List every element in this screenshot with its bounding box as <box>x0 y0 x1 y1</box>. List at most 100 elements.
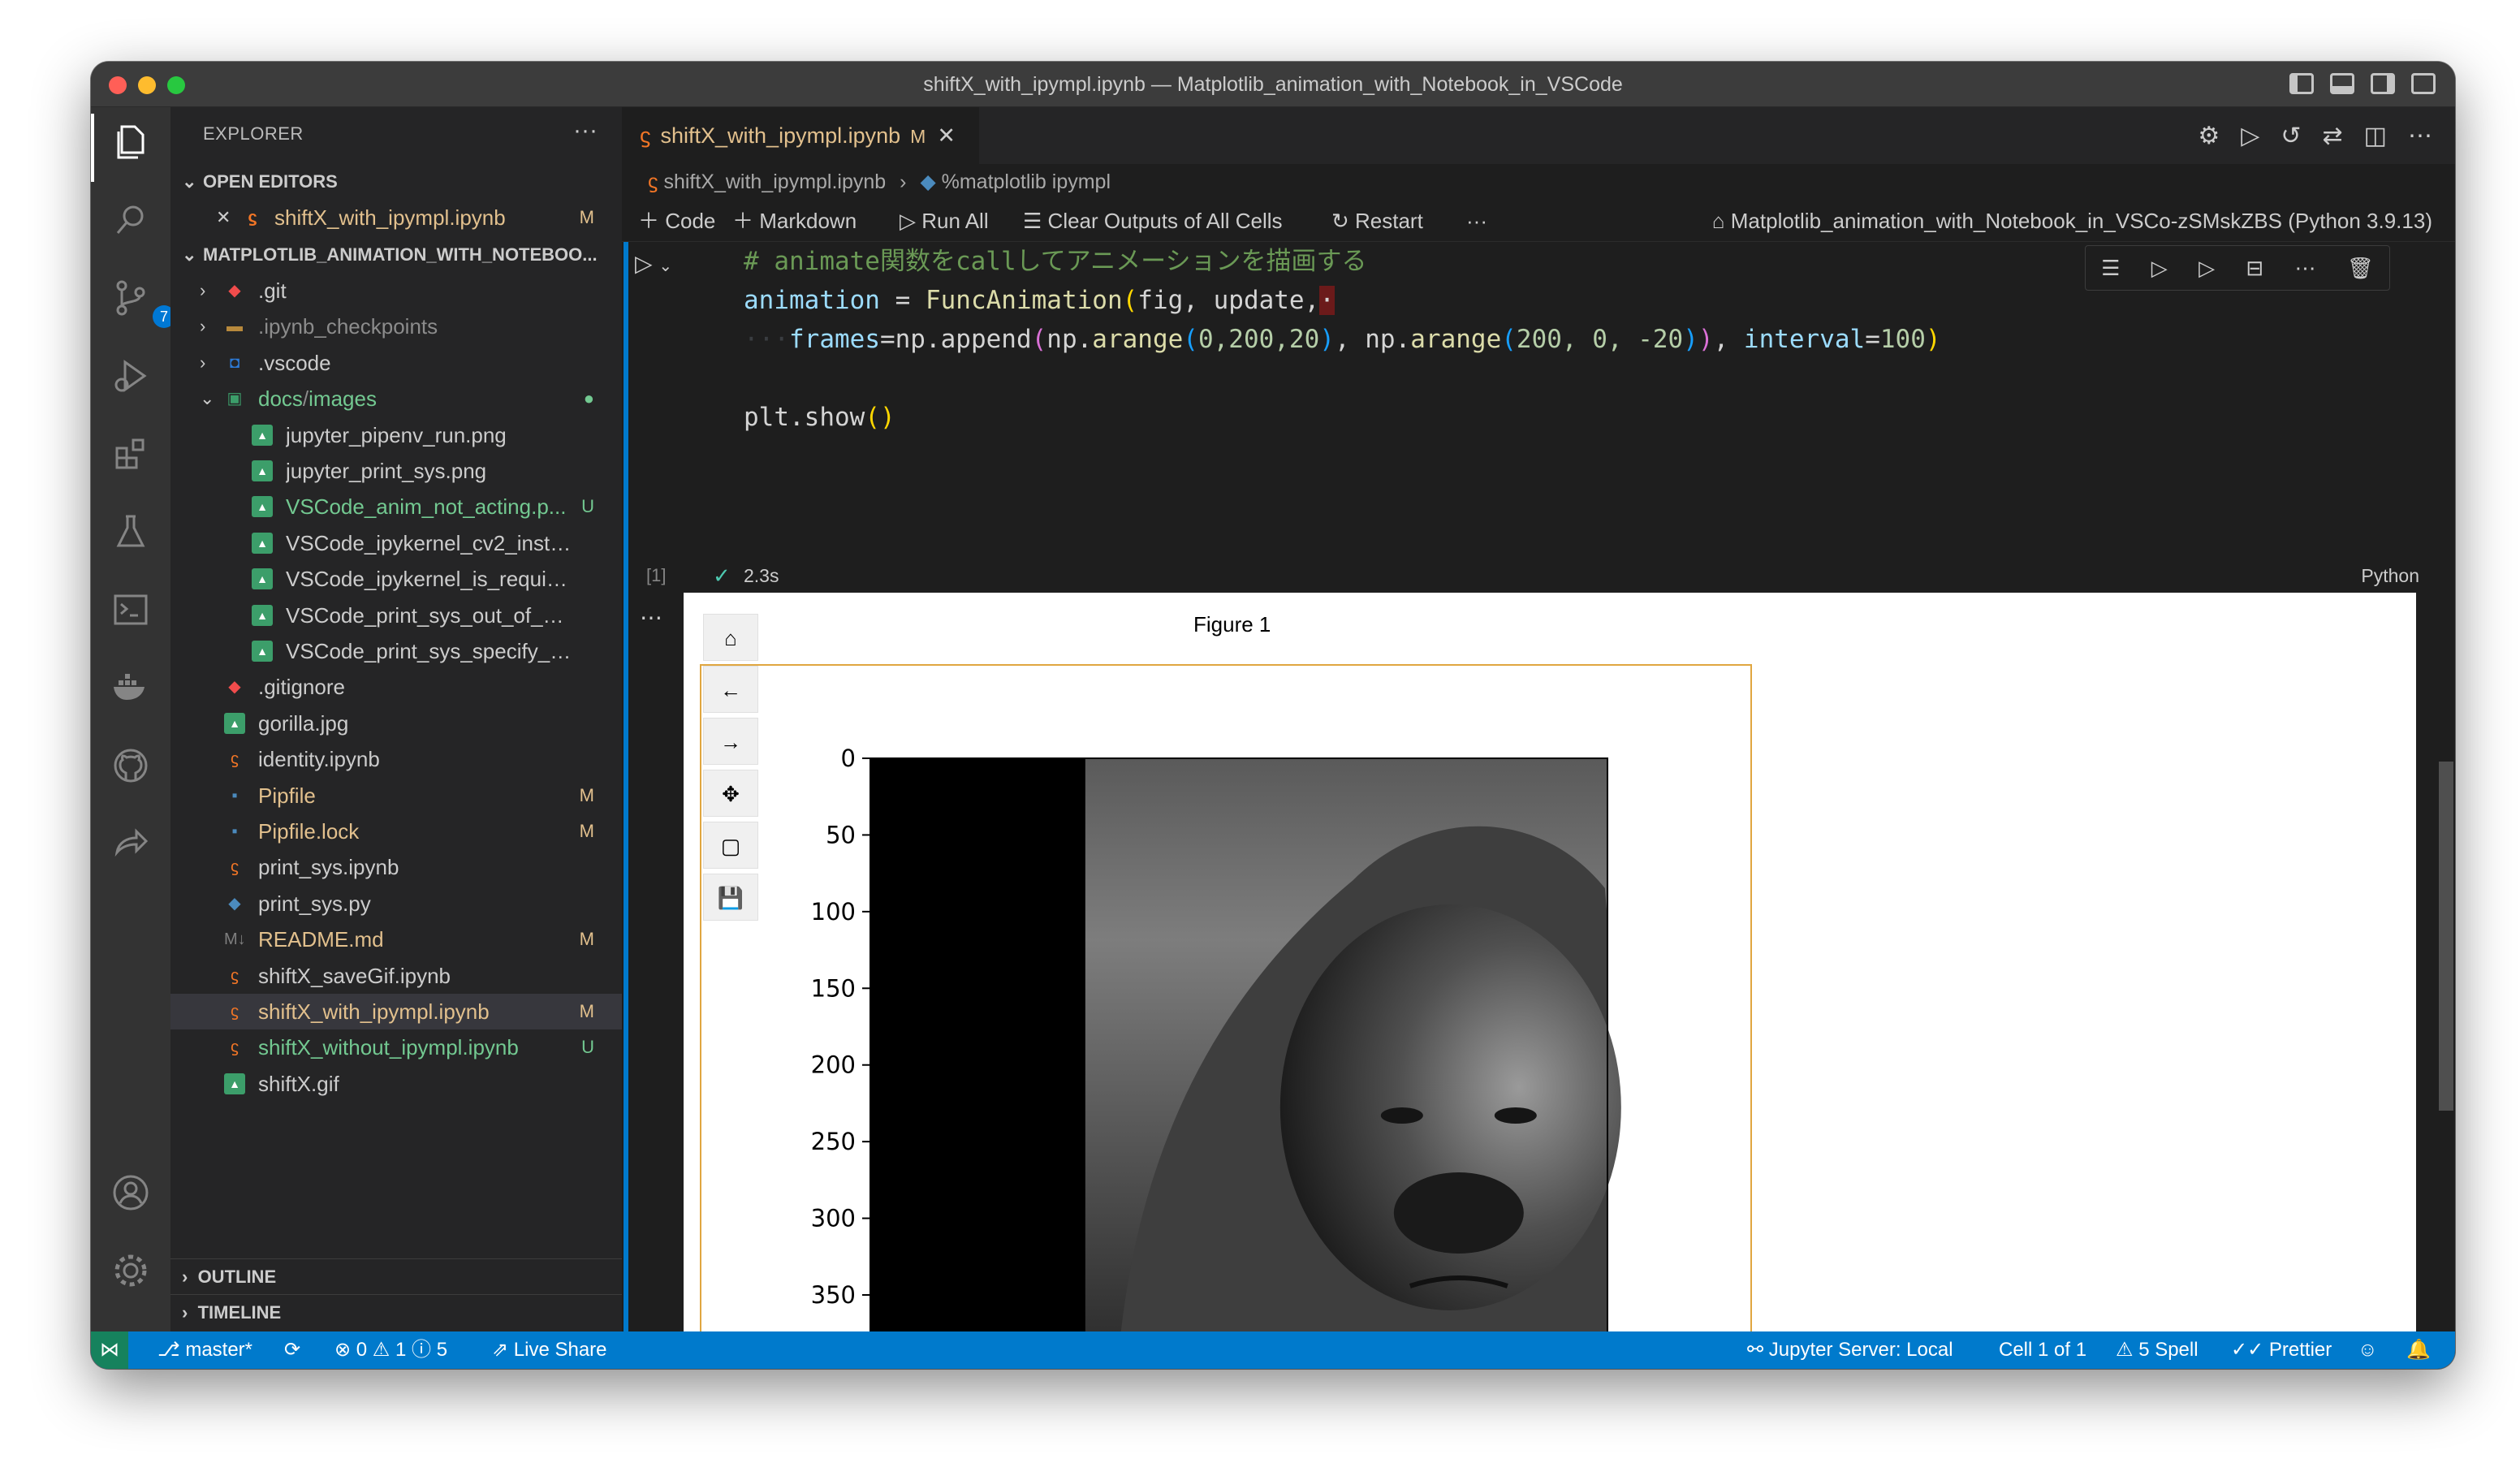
history-icon[interactable]: ↺ <box>2281 122 2301 150</box>
open-editors-section[interactable]: ⌄ OPEN EDITORS <box>170 166 622 198</box>
feedback-icon[interactable]: ☺ <box>2358 1331 2378 1369</box>
chevron-right-icon: › <box>200 352 206 373</box>
cell-language[interactable]: Python <box>2361 565 2419 587</box>
docker-icon[interactable] <box>110 667 151 708</box>
tab-close-icon[interactable]: ✕ <box>937 123 956 148</box>
toolbar-more-button[interactable]: ··· <box>1466 200 1487 242</box>
restart-button[interactable]: ↻ Restart <box>1331 200 1423 242</box>
toggle-sidebar-icon[interactable] <box>2289 73 2314 94</box>
file-item[interactable]: ϛ shiftX_without_ipympl.ipynb U <box>170 1029 622 1065</box>
zoom-rect-icon[interactable]: ▢ <box>703 822 758 869</box>
run-icon[interactable]: ▷ <box>2241 122 2259 150</box>
file-item[interactable]: ▲ jupyter_pipenv_run.png <box>170 417 622 453</box>
run-by-line-icon[interactable]: ☰ <box>2101 256 2120 281</box>
settings-gear-icon[interactable] <box>110 1250 151 1291</box>
back-arrow-icon[interactable]: ← <box>703 666 758 713</box>
add-markdown-cell-button[interactable]: ＋ Markdown <box>732 200 857 242</box>
execute-above-icon[interactable]: ▷ <box>2151 256 2168 281</box>
problems-indicator[interactable]: ⊗ 0 ⚠ 1 ⓘ 5 <box>334 1331 447 1369</box>
explorer-header: EXPLORER <box>203 123 304 144</box>
folder-item[interactable]: › ▬ .ipynb_checkpoints <box>170 309 622 344</box>
split-editor-icon[interactable]: ◫ <box>2364 122 2387 150</box>
vertical-scrollbar[interactable] <box>2439 762 2453 1111</box>
file-icon: ϛ <box>231 750 239 769</box>
split-cell-icon[interactable]: ⊟ <box>2246 256 2263 281</box>
explorer-icon[interactable] <box>110 122 151 162</box>
folder-item[interactable]: › ◆ .git <box>170 273 622 309</box>
customize-layout-icon[interactable] <box>2411 73 2436 94</box>
prettier-indicator[interactable]: ✓✓ Prettier <box>2231 1331 2332 1369</box>
github-icon[interactable] <box>110 745 151 786</box>
file-item[interactable]: ▲ VSCode_anim_not_acting.p... U <box>170 489 622 524</box>
file-item[interactable]: ◆ print_sys.py <box>170 886 622 921</box>
file-item[interactable]: ▲ shiftX.gif <box>170 1066 622 1102</box>
spell-indicator[interactable]: ⚠ 5 Spell <box>2116 1331 2199 1369</box>
file-item[interactable]: ▲ VSCode_ipykernel_cv2_installed... <box>170 525 622 561</box>
file-item[interactable]: ▪ Pipfile.lock M <box>170 814 622 849</box>
branch-indicator[interactable]: ⎇ master* <box>158 1331 252 1369</box>
file-item[interactable]: M↓ README.md M <box>170 921 622 957</box>
execute-below-icon[interactable]: ▷ <box>2199 256 2215 281</box>
live-share-status[interactable]: ⇗ Live Share <box>492 1331 607 1369</box>
gear-icon[interactable]: ⚙ <box>2198 122 2220 150</box>
file-item[interactable]: ϛ identity.ipynb <box>170 741 622 777</box>
jupyter-server-status[interactable]: ⚯ Jupyter Server: Local <box>1747 1331 1953 1369</box>
sync-icon[interactable]: ⟳ <box>284 1331 300 1369</box>
file-item[interactable]: ϛ shiftX_saveGif.ipynb <box>170 958 622 994</box>
delete-cell-icon[interactable]: 🗑 <box>2347 256 2374 281</box>
file-item[interactable]: ▲ VSCode_print_sys_out_of_venv.... <box>170 598 622 633</box>
remote-icon[interactable]: ⋈ <box>91 1331 128 1369</box>
run-debug-icon[interactable] <box>110 356 151 396</box>
add-code-cell-button[interactable]: ＋ Code <box>638 200 715 242</box>
figure-canvas[interactable]: 0 100 200 300 400 0 50 100 150 200 250 300 350 <box>700 664 1752 1369</box>
terminal-icon[interactable] <box>110 589 151 630</box>
more-actions-icon[interactable]: ⋯ <box>2408 122 2432 150</box>
live-share-icon[interactable] <box>110 823 151 864</box>
file-item[interactable]: ▲ jupyter_print_sys.png <box>170 453 622 489</box>
pan-move-icon[interactable]: ✥ <box>703 770 758 817</box>
cell-more-icon[interactable]: ⋯ <box>2295 256 2316 281</box>
file-item[interactable]: ▪ Pipfile M <box>170 778 622 814</box>
toggle-secondary-sidebar-icon[interactable] <box>2371 73 2395 94</box>
cell-indicator[interactable]: Cell 1 of 1 <box>1999 1331 2086 1369</box>
folder-item[interactable]: ⌄ ▣ docs/images ● <box>170 381 622 416</box>
testing-icon[interactable] <box>110 511 151 552</box>
file-item[interactable]: ▲ gorilla.jpg <box>170 706 622 741</box>
search-icon[interactable] <box>110 200 151 240</box>
file-item[interactable]: ◆ .gitignore <box>170 669 622 705</box>
notebook-cell[interactable]: ▷ ⌄ # animate関数をcallしてアニメーションを描画する anima… <box>622 242 2455 1369</box>
tab-shiftx-with-ipympl[interactable]: ϛ shiftX_with_ipympl.ipynb M ✕ <box>622 107 979 164</box>
clear-outputs-button[interactable]: ☰ Clear Outputs of All Cells <box>1023 200 1283 242</box>
code-token: 0,200,20 <box>1197 325 1320 354</box>
save-icon[interactable]: 💾 <box>703 874 758 921</box>
extensions-icon[interactable] <box>110 434 151 474</box>
run-all-button[interactable]: ▷ Run All <box>900 200 989 242</box>
run-cell-button[interactable]: ▷ ⌄ <box>635 250 672 277</box>
folder-item[interactable]: › ◘ .vscode <box>170 345 622 381</box>
file-item[interactable]: ϛ print_sys.ipynb <box>170 849 622 885</box>
breadcrumb-file[interactable]: shiftX_with_ipympl.ipynb <box>663 170 886 193</box>
compare-changes-icon[interactable]: ⇄ <box>2323 122 2343 150</box>
source-control-icon[interactable]: 7 <box>110 278 175 328</box>
open-editor-item[interactable]: ✕ ϛ shiftX_with_ipympl.ipynb M <box>170 200 622 235</box>
forward-arrow-icon[interactable]: → <box>703 718 758 765</box>
home-icon[interactable]: ⌂ <box>703 614 758 661</box>
toggle-panel-icon[interactable] <box>2330 73 2354 94</box>
kernel-picker[interactable]: ⌂ Matplotlib_animation_with_Notebook_in_… <box>1712 200 2432 242</box>
accounts-icon[interactable] <box>110 1172 151 1213</box>
output-more-icon[interactable]: ⋯ <box>640 604 662 631</box>
file-item[interactable]: ▲ VSCode_print_sys_specify_kern... <box>170 633 622 669</box>
file-name: Pipfile <box>258 783 316 808</box>
breadcrumb-cell[interactable]: %matplotlib ipympl <box>942 170 1111 193</box>
code-editor[interactable]: # animate関数をcallしてアニメーションを描画する animation… <box>744 242 1941 437</box>
file-item[interactable]: ϛ shiftX_with_ipympl.ipynb M <box>170 994 622 1029</box>
notebook-toolbar: ＋ Code ＋ Markdown ▷ Run All ☰ Clear Outp… <box>622 200 2455 242</box>
file-item[interactable]: ▲ VSCode_ipykernel_is_required.p... <box>170 561 622 597</box>
outline-section[interactable]: › OUTLINE <box>170 1258 622 1294</box>
project-section[interactable]: ⌄ MATPLOTLIB_ANIMATION_WITH_NOTEBOO... <box>170 239 622 271</box>
explorer-more-button[interactable]: ··· <box>573 117 598 145</box>
close-icon[interactable]: ✕ <box>216 200 231 235</box>
plot-svg: 0 100 200 300 400050100150200250300350 <box>811 744 1621 1369</box>
notifications-bell-icon[interactable]: 🔔 <box>2406 1331 2431 1369</box>
timeline-section[interactable]: › TIMELINE <box>170 1294 622 1330</box>
